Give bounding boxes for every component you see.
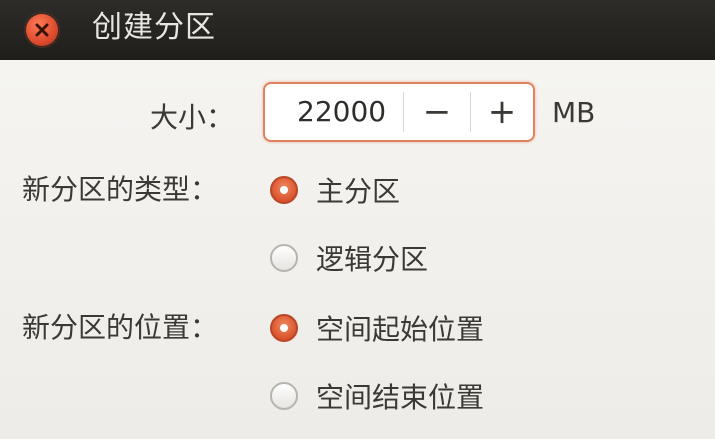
radio-label: 空间起始位置	[316, 313, 485, 346]
partition-type-label: 新分区的类型：	[22, 173, 219, 206]
window-title: 创建分区	[92, 10, 216, 45]
radio-primary-partition[interactable]: 主分区	[270, 170, 400, 210]
radio-location-end[interactable]: 空间结束位置	[270, 376, 484, 416]
size-spinbox[interactable]: 22000 − +	[263, 82, 535, 142]
radio-unselected-icon[interactable]	[270, 244, 298, 272]
spin-separator	[403, 92, 404, 132]
increment-button[interactable]: +	[472, 84, 532, 140]
decrement-button[interactable]: −	[407, 84, 467, 140]
partition-location-label: 新分区的位置：	[22, 311, 219, 344]
radio-unselected-icon[interactable]	[270, 382, 298, 410]
radio-logical-partition[interactable]: 逻辑分区	[270, 238, 428, 278]
dialog-content: 大小： 22000 − + MB 新分区的类型： 主分区 逻辑分区 新分区的位置…	[0, 60, 715, 439]
radio-selected-icon[interactable]	[270, 314, 298, 342]
radio-label: 逻辑分区	[316, 243, 429, 276]
radio-location-start[interactable]: 空间起始位置	[270, 308, 484, 348]
radio-selected-icon[interactable]	[270, 176, 298, 204]
spin-separator	[470, 92, 471, 132]
radio-label: 空间结束位置	[316, 381, 485, 414]
radio-label: 主分区	[316, 175, 401, 208]
size-label: 大小：	[150, 101, 235, 134]
title-bar: 创建分区	[0, 0, 715, 60]
size-input[interactable]: 22000	[297, 84, 407, 140]
close-button[interactable]	[24, 12, 60, 48]
close-icon	[35, 23, 49, 37]
create-partition-dialog: 创建分区 大小： 22000 − + MB 新分区的类型： 主分区 逻辑分区 新…	[0, 0, 715, 439]
size-unit: MB	[552, 96, 596, 129]
